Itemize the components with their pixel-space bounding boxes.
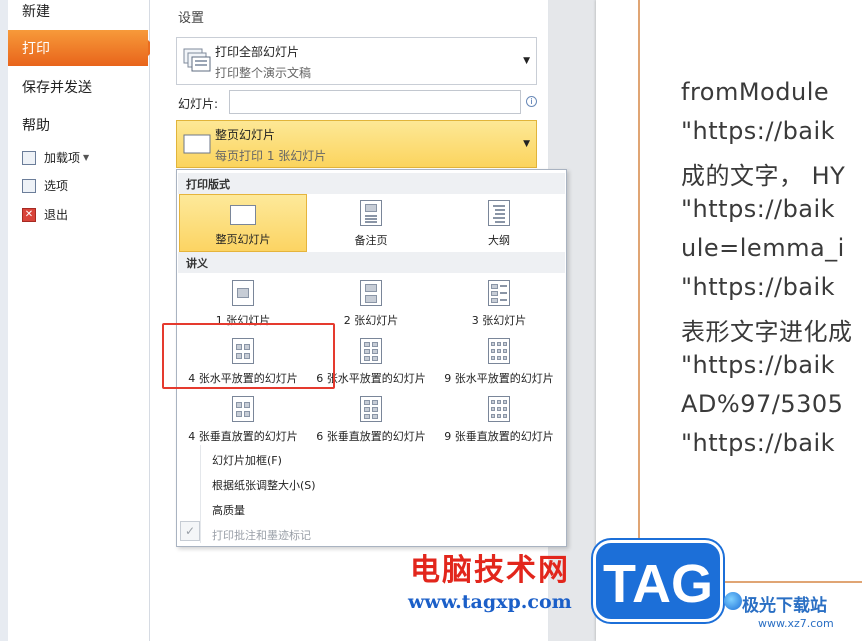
nav-new[interactable]: 新建 (22, 1, 50, 21)
print-backstage: 新建 打印 保存并发送 帮助 加载项 ▼ 选项 ✕ 退出 设置 打印全部幻灯片 … (0, 0, 862, 641)
watermark-site-url: www.tagxp.com (408, 591, 572, 613)
layout-outline-label: 大纲 (488, 234, 510, 247)
notes-page-icon (360, 200, 382, 226)
layout-notes-page[interactable]: 备注页 (307, 194, 435, 252)
handout-9h-icon (488, 338, 510, 364)
nav-exit[interactable]: ✕ 退出 (22, 206, 68, 223)
print-range-main: 打印全部幻灯片 (215, 45, 300, 59)
handout-3-slides[interactable]: 3 张幻灯片 (435, 274, 563, 332)
handout-3-icon (488, 280, 510, 306)
handout-4v-icon (232, 396, 254, 422)
close-icon: ✕ (22, 207, 36, 222)
nav-options[interactable]: 选项 (22, 177, 68, 194)
print-range-dropdown[interactable]: 打印全部幻灯片 打印整个演示文稿 ▼ (176, 37, 537, 85)
chevron-down-icon: ▼ (523, 56, 530, 66)
preview-line: ule=lemma_i (681, 234, 845, 262)
preview-line: "https://baik (681, 117, 836, 145)
checkmark-icon: ✓ (180, 521, 200, 541)
nav-exit-label: 退出 (44, 208, 69, 222)
slides-input[interactable] (229, 90, 521, 114)
nav-addins-label: 加载项 (44, 151, 81, 165)
print-layout-main: 整页幻灯片 (215, 128, 276, 142)
highlight-annotation (162, 323, 335, 389)
layout-full-page-label: 整页幻灯片 (215, 233, 271, 246)
preview-line: 成的文字， HY (681, 162, 846, 190)
handout-4v-label: 4 张垂直放置的幻灯片 (188, 430, 298, 443)
chevron-down-icon: ▼ (83, 153, 90, 162)
watermark-site-name: 电脑技术网 (410, 553, 570, 588)
print-range-sub: 打印整个演示文稿 (215, 66, 312, 80)
preview-line: fromModule (681, 78, 830, 106)
info-icon[interactable]: i (526, 96, 537, 107)
print-layout-sub: 每页打印 1 张幻灯片 (215, 149, 327, 163)
chevron-down-icon: ▼ (523, 139, 530, 149)
addins-icon (22, 150, 36, 165)
option-high-quality[interactable]: 高质量 (212, 502, 245, 518)
preview-line: "https://baik (681, 273, 836, 301)
slides-label: 幻灯片: (178, 97, 219, 111)
handout-9h-label: 9 张水平放置的幻灯片 (444, 372, 554, 385)
preview-line: "https://baik (681, 351, 836, 379)
option-scale-to-fit[interactable]: 根据纸张调整大小(S) (212, 477, 316, 493)
option-print-comments: 打印批注和墨迹标记 (212, 529, 311, 542)
options-divider (200, 445, 201, 543)
settings-title: 设置 (178, 11, 205, 26)
print-layout-dropdown[interactable]: 整页幻灯片 每页打印 1 张幻灯片 ▼ (176, 120, 537, 168)
full-page-slide-icon (230, 205, 256, 225)
handout-9v-label: 9 张垂直放置的幻灯片 (444, 430, 554, 443)
nav-options-label: 选项 (44, 179, 69, 193)
aurora-logo-icon (724, 592, 742, 610)
handout-6v-icon (360, 396, 382, 422)
handout-9-horizontal[interactable]: 9 张水平放置的幻灯片 (435, 332, 563, 390)
outline-icon (488, 200, 510, 226)
nav-addins[interactable]: 加载项 ▼ (22, 149, 89, 166)
nav-strip (0, 0, 8, 641)
watermark-jg-name: 极光下载站 (742, 596, 827, 616)
layout-full-page[interactable]: 整页幻灯片 (179, 194, 307, 252)
handout-6-vertical[interactable]: 6 张垂直放置的幻灯片 (307, 390, 435, 448)
watermark-jg-url: www.xz7.com (758, 617, 834, 630)
handouts-header: 讲义 (178, 252, 565, 273)
page-border-vertical (638, 0, 640, 583)
handout-3-label: 3 张幻灯片 (471, 314, 527, 327)
handout-6v-label: 6 张垂直放置的幻灯片 (316, 430, 426, 443)
option-frame-slides[interactable]: 幻灯片加框(F) (212, 452, 282, 468)
options-icon (22, 178, 36, 193)
handout-4-vertical[interactable]: 4 张垂直放置的幻灯片 (179, 390, 307, 448)
watermark-tag-logo: TAG (593, 540, 723, 622)
full-page-slide-icon (183, 134, 211, 154)
nav-save-send[interactable]: 保存并发送 (22, 77, 92, 97)
preview-line: "https://baik (681, 195, 836, 223)
handout-6h-icon (360, 338, 382, 364)
nav-print[interactable]: 打印 (8, 30, 156, 66)
handout-1-icon (232, 280, 254, 306)
layout-notes-page-label: 备注页 (354, 234, 388, 247)
handout-9-vertical[interactable]: 9 张垂直放置的幻灯片 (435, 390, 563, 448)
nav-help[interactable]: 帮助 (22, 115, 50, 135)
handout-9v-icon (488, 396, 510, 422)
preview-line: AD%97/5305 (681, 390, 844, 418)
print-layout-header: 打印版式 (178, 173, 565, 194)
preview-line: "https://baik (681, 429, 836, 457)
preview-line: 表形文字进化成 (681, 318, 853, 346)
slides-stack-icon (183, 48, 211, 72)
handout-2-icon (360, 280, 382, 306)
layout-outline[interactable]: 大纲 (435, 194, 563, 252)
